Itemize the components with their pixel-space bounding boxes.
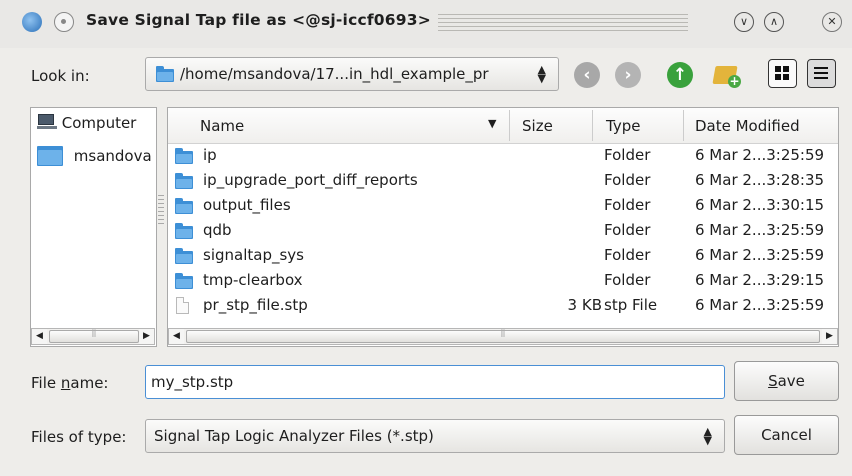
file-date: 6 Mar 2...3:25:59: [695, 246, 825, 264]
computer-icon: [37, 114, 57, 130]
table-row[interactable]: output_files Folder 6 Mar 2...3:30:15: [168, 194, 838, 219]
window-menu-icon[interactable]: [54, 12, 74, 32]
file-date: 6 Mar 2...3:28:35: [695, 171, 825, 189]
title-bar: Save Signal Tap file as <@sj-iccf0693> ∨…: [0, 0, 852, 48]
look-in-label: Look in:: [31, 67, 90, 85]
file-icon: [176, 297, 189, 314]
file-name: pr_stp_file.stp: [203, 296, 308, 314]
list-view-icon[interactable]: [768, 59, 797, 88]
file-type-select[interactable]: Signal Tap Logic Analyzer Files (*.stp) …: [145, 419, 725, 453]
file-list: Name ▼ Size Type Date Modified ip Folder…: [167, 107, 839, 347]
sidebar-hscrollbar[interactable]: ◀ ▶: [31, 328, 155, 345]
file-type: stp File: [604, 296, 658, 314]
cancel-button[interactable]: Cancel: [734, 415, 839, 455]
file-name: signaltap_sys: [203, 246, 304, 264]
splitter-handle[interactable]: [158, 195, 164, 227]
combo-spin-icon: ▲ ▼: [703, 425, 712, 447]
file-date: 6 Mar 2...3:30:15: [695, 196, 825, 214]
scroll-thumb[interactable]: [186, 330, 820, 343]
folder-icon: [175, 248, 193, 264]
folder-icon: [175, 148, 193, 164]
file-list-header: Name ▼ Size Type Date Modified: [168, 108, 838, 144]
file-name: ip: [203, 146, 217, 164]
file-type: Folder: [604, 146, 651, 164]
minimize-icon[interactable]: ∨: [734, 12, 754, 32]
file-type: Folder: [604, 221, 651, 239]
window-title: Save Signal Tap file as <@sj-iccf0693>: [86, 11, 431, 29]
table-row[interactable]: ip_upgrade_port_diff_reports Folder 6 Ma…: [168, 169, 838, 194]
file-date: 6 Mar 2...3:25:59: [695, 296, 825, 314]
close-icon[interactable]: ✕: [822, 12, 842, 32]
file-date: 6 Mar 2...3:25:59: [695, 146, 825, 164]
file-name: ip_upgrade_port_diff_reports: [203, 171, 418, 189]
table-row[interactable]: pr_stp_file.stp 3 KB stp File 6 Mar 2...…: [168, 294, 838, 319]
up-folder-icon[interactable]: ↑: [667, 62, 693, 88]
look-in-path: /home/msandova/17...in_hdl_example_pr: [180, 65, 489, 83]
scroll-right-icon[interactable]: ▶: [822, 329, 837, 344]
scroll-thumb[interactable]: [49, 330, 139, 343]
file-type-value: Signal Tap Logic Analyzer Files (*.stp): [154, 427, 434, 445]
places-sidebar: Computer msandova: [30, 107, 157, 347]
title-bar-grip: [438, 14, 688, 32]
file-type-label: Files of type:: [31, 428, 127, 446]
sidebar-item-label: msandova: [73, 147, 152, 165]
folder-icon: [175, 223, 193, 239]
file-size: 3 KB: [567, 296, 602, 314]
folder-icon: [175, 273, 193, 289]
file-name-label: File name:: [31, 374, 109, 392]
look-in-combo[interactable]: /home/msandova/17...in_hdl_example_pr ▲ ▼: [145, 57, 559, 91]
sidebar-item-msandova[interactable]: msandova: [37, 146, 152, 166]
new-folder-icon[interactable]: +: [712, 60, 742, 88]
column-size[interactable]: Size: [522, 117, 553, 135]
file-list-hscrollbar[interactable]: ◀ ▶: [168, 328, 838, 345]
file-date: 6 Mar 2...3:25:59: [695, 221, 825, 239]
sidebar-item-label: Computer: [61, 114, 137, 132]
column-type[interactable]: Type: [606, 117, 640, 135]
combo-spin-icon: ▲ ▼: [537, 63, 546, 85]
scroll-left-icon[interactable]: ◀: [32, 329, 47, 344]
file-type: Folder: [604, 196, 651, 214]
table-row[interactable]: qdb Folder 6 Mar 2...3:25:59: [168, 219, 838, 244]
forward-icon[interactable]: ›: [615, 62, 641, 88]
file-type: Folder: [604, 246, 651, 264]
scroll-right-icon[interactable]: ▶: [139, 329, 154, 344]
file-date: 6 Mar 2...3:29:15: [695, 271, 825, 289]
folder-icon: [37, 146, 63, 166]
table-row[interactable]: ip Folder 6 Mar 2...3:25:59: [168, 144, 838, 169]
detail-view-icon[interactable]: [807, 59, 836, 88]
file-name-field[interactable]: [145, 365, 725, 399]
folder-icon: [175, 173, 193, 189]
table-row[interactable]: signaltap_sys Folder 6 Mar 2...3:25:59: [168, 244, 838, 269]
file-name: qdb: [203, 221, 232, 239]
file-name: output_files: [203, 196, 291, 214]
table-row[interactable]: tmp-clearbox Folder 6 Mar 2...3:29:15: [168, 269, 838, 294]
app-icon: [22, 12, 42, 32]
folder-icon: [175, 198, 193, 214]
file-name: tmp-clearbox: [203, 271, 303, 289]
file-type: Folder: [604, 271, 651, 289]
sort-descending-icon: ▼: [488, 117, 497, 130]
sidebar-item-computer[interactable]: Computer: [37, 114, 136, 132]
back-icon[interactable]: ‹: [574, 62, 600, 88]
column-name[interactable]: Name: [200, 117, 244, 135]
scroll-left-icon[interactable]: ◀: [169, 329, 184, 344]
folder-icon: [156, 66, 174, 82]
file-type: Folder: [604, 171, 651, 189]
column-date-modified[interactable]: Date Modified: [695, 117, 800, 135]
save-button[interactable]: Save: [734, 361, 839, 401]
maximize-icon[interactable]: ∧: [764, 12, 784, 32]
